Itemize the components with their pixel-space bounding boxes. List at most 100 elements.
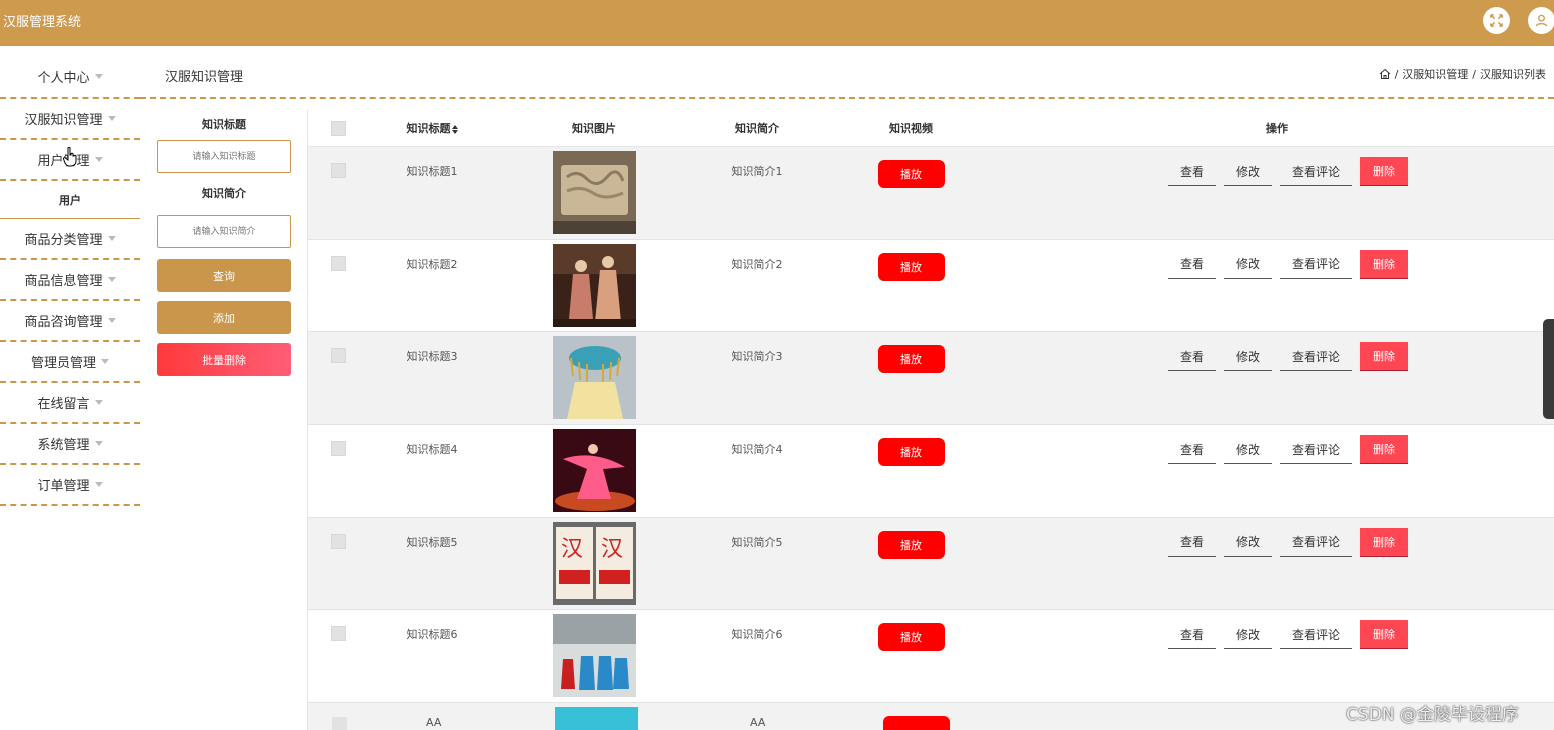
knowledge-image[interactable] [552, 151, 636, 234]
query-button[interactable]: 查询 [157, 259, 291, 292]
select-all-checkbox[interactable] [330, 120, 346, 136]
delete-button[interactable]: 删除 [1360, 527, 1408, 557]
home-icon[interactable] [1379, 68, 1391, 80]
sidebar-item-order-management[interactable]: 订单管理 [0, 465, 140, 506]
knowledge-image[interactable]: 汉汉 [552, 521, 636, 605]
intro-search-input[interactable] [157, 215, 291, 248]
play-button[interactable]: 播放 [877, 530, 945, 559]
row-select-cell [308, 425, 368, 457]
play-button[interactable]: 播放 [877, 438, 945, 467]
sidebar-item-user-management[interactable]: 用户管理 [0, 140, 140, 181]
play-button[interactable]: 播放 [877, 252, 945, 281]
view-comments-button[interactable]: 查看评论 [1279, 250, 1352, 279]
row-video-cell: 播放 [822, 147, 1000, 188]
row-video-cell: 播放 [822, 240, 1000, 281]
view-button[interactable]: 查看 [1167, 620, 1216, 650]
table-row: 知识标题4 知识简介4 播放 查看 修改 查看评论 删除 [308, 425, 1554, 518]
row-intro: 知识简介5 [731, 535, 783, 549]
knowledge-image[interactable] [552, 336, 636, 420]
sidebar-item-category-management[interactable]: 商品分类管理 [0, 219, 140, 260]
view-button[interactable]: 查看 [1167, 435, 1216, 465]
edit-button[interactable]: 修改 [1223, 528, 1272, 557]
row-checkbox[interactable] [330, 441, 346, 457]
row-intro: 知识简介4 [731, 443, 783, 457]
knowledge-image[interactable] [552, 243, 636, 327]
knowledge-table: 知识标题 知识图片 知识简介 知识视频 操作 知识标题1 知识简介1 播放 查看… [308, 110, 1554, 704]
page-title: 汉服知识管理 [165, 70, 244, 85]
view-button[interactable]: 查看 [1167, 528, 1216, 557]
row-video-cell: 播放 [822, 425, 1000, 467]
row-select-cell [308, 240, 368, 271]
row-ops: 查看 修改 查看评论 删除 [1000, 610, 1554, 650]
title-search-input[interactable] [157, 140, 291, 173]
row-checkbox[interactable] [330, 533, 346, 549]
row-title: 知识标题3 [406, 350, 458, 364]
edit-button[interactable]: 修改 [1223, 435, 1272, 465]
sidebar-item-label: 管理员管理 [30, 356, 96, 371]
caret-down-icon [94, 441, 103, 446]
sidebar-item-personal-center[interactable]: 个人中心 [0, 56, 140, 99]
play-button[interactable]: 播放 [877, 160, 945, 188]
app-title: 汉服管理系统 [3, 15, 82, 30]
sidebar-item-label: 订单管理 [37, 479, 90, 494]
sidebar-item-product-consult[interactable]: 商品咨询管理 [0, 301, 140, 342]
scrollbar[interactable] [1543, 319, 1554, 419]
view-button[interactable]: 查看 [1167, 250, 1216, 279]
table-row: 知识标题5 汉汉 知识简介5 播放 查看 修改 查看评论 删除 [308, 517, 1554, 611]
row-checkbox[interactable] [330, 163, 346, 178]
row-ops: 查看 修改 查看评论 删除 [1000, 518, 1554, 557]
delete-button[interactable]: 删除 [1360, 435, 1408, 465]
view-comments-button[interactable]: 查看评论 [1279, 620, 1352, 650]
sort-icon[interactable] [451, 124, 458, 134]
view-comments-button[interactable]: 查看评论 [1279, 435, 1352, 465]
sidebar-item-hanfu-knowledge[interactable]: 汉服知识管理 [0, 99, 140, 140]
delete-button[interactable]: 删除 [1360, 620, 1408, 650]
edit-button[interactable]: 修改 [1223, 342, 1272, 372]
caret-down-icon [107, 318, 116, 323]
row-title: 知识标题2 [406, 257, 458, 271]
row-intro: 知识简介6 [731, 628, 783, 642]
knowledge-image[interactable] [552, 614, 636, 698]
header-image: 知识图片 [572, 122, 616, 135]
breadcrumb-item-current: 汉服知识列表 [1480, 68, 1546, 81]
sidebar-subitem-user[interactable]: 用户 [0, 181, 140, 219]
knowledge-image[interactable] [552, 429, 636, 513]
delete-button[interactable]: 删除 [1360, 249, 1408, 279]
table-row: 知识标题1 知识简介1 播放 查看 修改 查看评论 删除 [308, 147, 1554, 240]
view-button[interactable]: 查看 [1167, 157, 1216, 186]
play-button[interactable]: 播放 [877, 623, 945, 652]
view-comments-button[interactable]: 查看评论 [1279, 342, 1352, 372]
edit-button[interactable]: 修改 [1223, 250, 1272, 279]
play-button[interactable]: 播放 [877, 345, 945, 374]
header-title[interactable]: 知识标题 [368, 120, 496, 136]
batch-delete-button[interactable]: 批量删除 [157, 343, 291, 376]
row-video-cell: 播放 [822, 610, 1000, 652]
row-checkbox[interactable] [330, 626, 346, 642]
fullscreen-icon[interactable] [1483, 7, 1510, 34]
row-checkbox[interactable] [330, 348, 346, 364]
row-intro: AA [750, 716, 766, 729]
row-checkbox[interactable] [332, 717, 347, 730]
edit-button[interactable]: 修改 [1223, 620, 1272, 650]
view-button[interactable]: 查看 [1167, 342, 1216, 372]
edit-button[interactable]: 修改 [1223, 157, 1272, 186]
delete-button[interactable]: 删除 [1360, 342, 1408, 372]
sidebar-item-label: 商品咨询管理 [24, 315, 103, 330]
sidebar-item-admin-management[interactable]: 管理员管理 [0, 342, 140, 383]
view-comments-button[interactable]: 查看评论 [1279, 528, 1352, 557]
delete-button[interactable]: 删除 [1360, 157, 1408, 186]
sidebar-item-system-management[interactable]: 系统管理 [0, 424, 140, 465]
header-title-label: 知识标题 [406, 122, 451, 135]
row-video-cell: 播放 [822, 332, 1000, 374]
knowledge-image[interactable] [555, 707, 638, 730]
sidebar-item-label: 商品分类管理 [24, 233, 103, 248]
add-button[interactable]: 添加 [157, 301, 291, 334]
play-button[interactable] [883, 716, 950, 730]
sidebar-item-product-info[interactable]: 商品信息管理 [0, 260, 140, 301]
breadcrumb-item[interactable]: 汉服知识管理 [1402, 66, 1468, 82]
intro-search-label: 知识简介 [202, 187, 246, 200]
sidebar-item-online-message[interactable]: 在线留言 [0, 383, 140, 424]
user-icon[interactable] [1528, 7, 1554, 34]
view-comments-button[interactable]: 查看评论 [1279, 157, 1352, 186]
row-checkbox[interactable] [330, 255, 346, 271]
